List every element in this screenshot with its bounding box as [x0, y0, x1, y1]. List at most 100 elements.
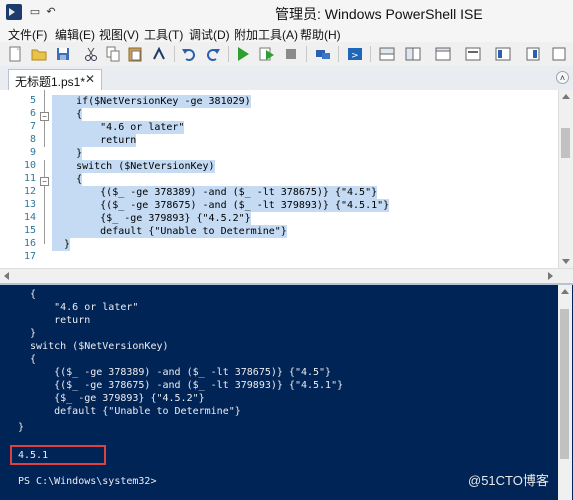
- console-pane[interactable]: { "4.6 or later" return } switch ($NetVe…: [0, 283, 573, 500]
- code-line: }: [52, 238, 71, 251]
- toolbar-separator: [306, 46, 307, 62]
- console-line: default {"Unable to Determine"}: [18, 406, 241, 417]
- editor-vertical-scrollbar[interactable]: [558, 90, 573, 268]
- scroll-up-icon[interactable]: [562, 94, 570, 99]
- quick-access-icon[interactable]: ▭: [28, 5, 42, 19]
- collapse-script-pane-icon[interactable]: ˄: [556, 71, 569, 84]
- console-line: {: [18, 289, 37, 300]
- code-line: {($_ -ge 378389) -and ($_ -lt 378675)} {…: [52, 186, 378, 199]
- line-number: 6: [29, 108, 36, 119]
- run-selection-icon[interactable]: [258, 45, 276, 63]
- console-output-result: 4.5.1: [18, 450, 49, 461]
- stop-icon[interactable]: [282, 45, 300, 63]
- watermark: @51CTO博客: [468, 473, 549, 488]
- line-number: 5: [29, 95, 36, 106]
- code-line: return: [52, 134, 137, 147]
- line-number-gutter: 5 6 7 8 9 10 11 12 13 14 15 16 17: [0, 90, 44, 268]
- tab-strip: 无标题1.ps1* ✕: [0, 66, 573, 91]
- open-folder-icon[interactable]: [30, 45, 48, 63]
- fold-guide: [44, 160, 45, 178]
- line-number: 11: [23, 173, 36, 184]
- console-line: "4.6 or later": [18, 302, 139, 313]
- line-number: 8: [29, 134, 36, 145]
- fold-guide: [44, 90, 45, 114]
- run-icon[interactable]: [234, 45, 252, 63]
- powershell-console-icon[interactable]: >: [346, 45, 364, 63]
- title-bar: ▭ ↶ 管理员: Windows PowerShell ISE: [0, 0, 573, 24]
- save-icon[interactable]: [54, 45, 72, 63]
- show-script-pane-icon[interactable]: [464, 45, 482, 63]
- console-prompt[interactable]: PS C:\Windows\system32>: [18, 475, 156, 488]
- console-vertical-scrollbar[interactable]: [558, 285, 572, 500]
- copy-icon[interactable]: [104, 45, 122, 63]
- line-number: 16: [23, 238, 36, 249]
- scroll-thumb[interactable]: [561, 128, 570, 158]
- layout-top-icon[interactable]: [378, 45, 396, 63]
- quick-access-icon[interactable]: ↶: [44, 5, 58, 19]
- code-line: {: [52, 173, 83, 186]
- scroll-right-icon[interactable]: [548, 272, 553, 280]
- console-line: switch ($NetVersionKey): [18, 341, 169, 352]
- menu-bar: 文件(F) 编辑(E) 视图(V) 工具(T) 调试(D) 附加工具(A) 帮助…: [0, 24, 573, 42]
- fold-toggle-icon[interactable]: −: [40, 112, 49, 121]
- code-line: {: [52, 108, 83, 121]
- line-number: 12: [23, 186, 36, 197]
- fold-toggle-icon[interactable]: −: [40, 177, 49, 186]
- powershell-app-icon: [6, 4, 22, 20]
- script-editor[interactable]: 5 6 7 8 9 10 11 12 13 14 15 16 17 − − if…: [0, 90, 573, 268]
- scroll-left-icon[interactable]: [4, 272, 9, 280]
- layout-right-icon[interactable]: [404, 45, 422, 63]
- console-line: {: [18, 354, 37, 365]
- new-file-icon[interactable]: [6, 45, 24, 63]
- line-number: 10: [23, 160, 36, 171]
- powershell-prompt-icon[interactable]: [150, 45, 168, 63]
- code-line: default {"Unable to Determine"}: [52, 225, 287, 238]
- code-line: if($NetVersionKey -ge 381029): [52, 95, 251, 108]
- tab-label: 无标题1.ps1*: [15, 75, 86, 89]
- code-line: "4.6 or later": [52, 121, 185, 134]
- menu-debug[interactable]: 调试(D): [189, 26, 230, 43]
- fold-guide: [44, 186, 45, 244]
- editor-horizontal-scrollbar[interactable]: [0, 268, 573, 283]
- console-line: {$_ -ge 379893} {"4.5.2"}: [18, 393, 205, 404]
- show-commands-icon[interactable]: [494, 45, 512, 63]
- console-line: }: [18, 328, 37, 339]
- help-icon[interactable]: [550, 45, 568, 63]
- menu-help[interactable]: 帮助(H): [300, 26, 341, 43]
- toolbar-separator: [228, 46, 229, 62]
- scroll-down-icon[interactable]: [562, 259, 570, 264]
- paste-icon[interactable]: [126, 45, 144, 63]
- console-line: return: [18, 315, 91, 326]
- svg-text:>: >: [351, 51, 359, 61]
- console-line: {($_ -ge 378389) -and ($_ -lt 378675)} {…: [18, 367, 332, 378]
- scroll-thumb[interactable]: [560, 309, 569, 459]
- menu-file[interactable]: 文件(F): [8, 26, 47, 43]
- line-number: 17: [23, 251, 36, 262]
- toolbar: >: [0, 42, 573, 67]
- menu-addons[interactable]: 附加工具(A): [234, 26, 298, 43]
- toolbar-separator: [338, 46, 339, 62]
- menu-edit[interactable]: 编辑(E): [55, 26, 95, 43]
- console-line: {($_ -ge 378675) -and ($_ -lt 379893)} {…: [18, 380, 344, 391]
- layout-max-icon[interactable]: [434, 45, 452, 63]
- tab-untitled1[interactable]: 无标题1.ps1* ✕: [8, 69, 102, 90]
- redo-icon[interactable]: [204, 45, 222, 63]
- close-icon[interactable]: ✕: [85, 72, 95, 86]
- console-line: }: [18, 422, 25, 433]
- cut-icon[interactable]: [82, 45, 100, 63]
- undo-icon[interactable]: [180, 45, 198, 63]
- code-line: {$_ -ge 379893} {"4.5.2"}: [52, 212, 251, 225]
- scroll-up-icon[interactable]: [561, 289, 569, 294]
- menu-tools[interactable]: 工具(T): [144, 26, 183, 43]
- menu-view[interactable]: 视图(V): [99, 26, 139, 43]
- toolbar-separator: [174, 46, 175, 62]
- line-number: 9: [29, 147, 36, 158]
- fold-guide: [44, 121, 45, 147]
- code-line: {($_ -ge 378675) -and ($_ -lt 379893)} {…: [52, 199, 390, 212]
- code-line: switch ($NetVersionKey): [52, 160, 215, 173]
- code-line: }: [52, 147, 83, 160]
- remote-powershell-icon[interactable]: [314, 45, 332, 63]
- window-title: 管理员: Windows PowerShell ISE: [275, 6, 483, 22]
- line-number: 14: [23, 212, 36, 223]
- addon-icon[interactable]: [524, 45, 542, 63]
